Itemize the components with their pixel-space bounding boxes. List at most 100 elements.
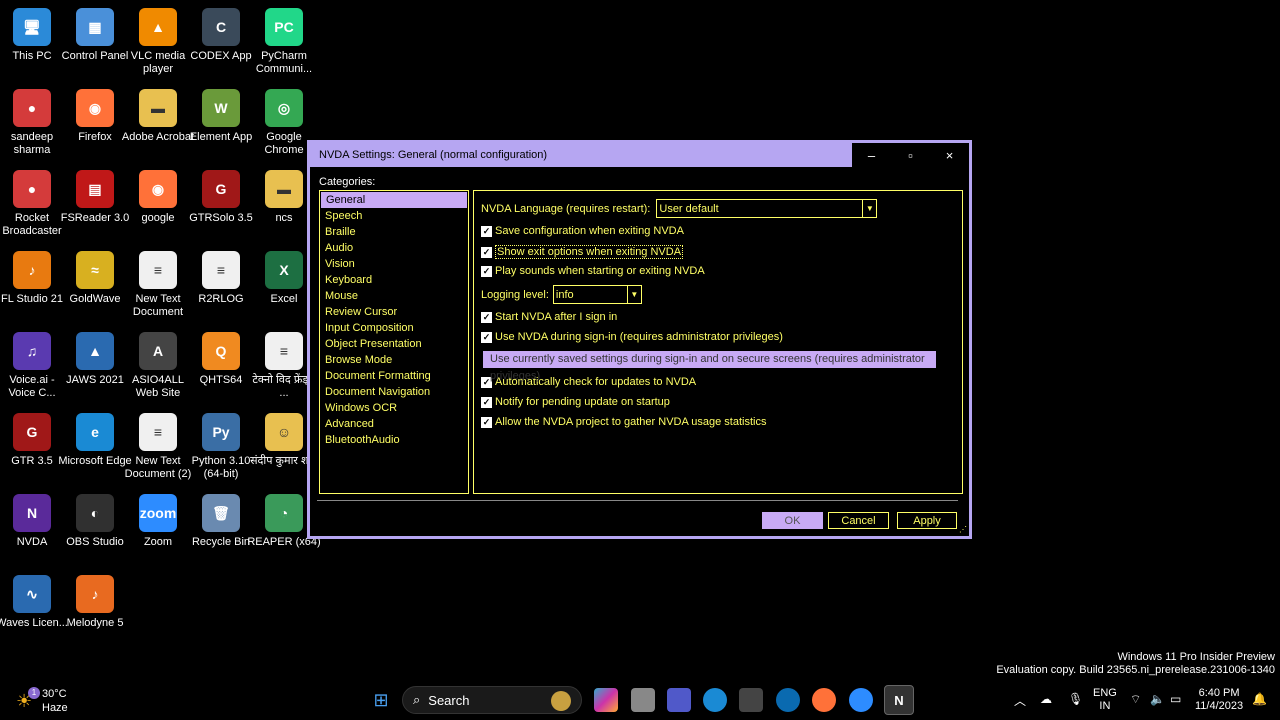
category-item[interactable]: Document Navigation (320, 384, 468, 400)
category-item[interactable]: General (321, 192, 467, 208)
desktop-icon[interactable]: PC PyCharm Communi... (252, 8, 316, 76)
desktop-icon[interactable]: Q QHTS64 (189, 332, 253, 387)
category-item[interactable]: Braille (320, 224, 468, 240)
category-item[interactable]: Windows OCR (320, 400, 468, 416)
qhts-icon: Q (202, 332, 240, 370)
desktop-icon[interactable]: N NVDA (0, 494, 64, 549)
cloud-icon[interactable]: ☁ (1040, 692, 1052, 706)
usage-stats-label: Allow the NVDA project to gather NVDA us… (495, 416, 767, 428)
battery-icon[interactable]: ▭ (1170, 692, 1181, 706)
category-item[interactable]: Object Presentation (320, 336, 468, 352)
language-combobox[interactable]: User default ▼ (656, 199, 878, 218)
search-label: Search (428, 692, 470, 708)
logging-combobox[interactable]: info ▼ (552, 285, 642, 304)
start-after-signin-checkbox[interactable]: ✓ Start NVDA after I sign in (481, 311, 617, 323)
use-during-signin-checkbox[interactable]: ✓ Use NVDA during sign-in (requires admi… (481, 331, 783, 343)
asio-icon: A (139, 332, 177, 370)
resize-grip-icon[interactable]: ⋰ (959, 525, 967, 534)
language-indicator[interactable]: ENG IN (1093, 687, 1117, 713)
desktop-icon[interactable]: ▲ VLC media player (126, 8, 190, 76)
desktop-icon[interactable]: ▲ JAWS 2021 (63, 332, 127, 387)
desktop-icon[interactable]: Py Python 3.10 (64-bit) (189, 413, 253, 481)
desktop-icon[interactable]: ▤ FSReader 3.0 (61, 170, 129, 225)
cancel-button[interactable]: Cancel (828, 512, 889, 529)
categories-list[interactable]: General Speech Braille Audio Vision Keyboard M… (319, 190, 469, 494)
desktop-icon[interactable]: ∿ Waves Licen... (0, 575, 68, 630)
microphone-icon: ● (13, 89, 51, 127)
category-item[interactable]: Advanced (320, 416, 468, 432)
category-item[interactable]: Vision (320, 256, 468, 272)
category-item[interactable]: Browse Mode (320, 352, 468, 368)
desktop-icon[interactable]: zoom Zoom (126, 494, 190, 549)
dell-icon[interactable] (776, 688, 800, 712)
desktop-icon[interactable]: G GTRSolo 3.5 (189, 170, 253, 225)
desktop-icon[interactable]: 🗑 Recycle Bin (189, 494, 253, 549)
notification-bell-icon[interactable]: 🔔 (1252, 692, 1267, 706)
close-button[interactable]: × (930, 143, 969, 167)
desktop-icon[interactable]: G GTR 3.5 (0, 413, 64, 468)
search-highlight-icon (551, 691, 571, 711)
ok-button[interactable]: OK (762, 512, 823, 529)
desktop-icon[interactable]: ≡ New Text Document (126, 251, 190, 319)
computer-icon: 🖥 (13, 8, 51, 46)
desktop-icon[interactable]: ♪ FL Studio 21 (0, 251, 64, 306)
clock[interactable]: 6:40 PM 11/4/2023 (1195, 687, 1243, 713)
play-sounds-checkbox[interactable]: ✓ Play sounds when starting or exiting N… (481, 265, 705, 277)
edge-icon[interactable] (703, 688, 727, 712)
desktop-icon[interactable]: ≡ R2RLOG (189, 251, 253, 306)
desktop-icon[interactable]: ◐ OBS Studio (63, 494, 127, 549)
desktop-icon[interactable]: ◉ google (126, 170, 190, 225)
category-item[interactable]: Speech (320, 208, 468, 224)
use-saved-settings-button[interactable]: Use currently saved settings during sign… (483, 351, 936, 382)
chevron-up-icon[interactable]: ︿ (1014, 692, 1026, 709)
desktop-icon[interactable]: A ASIO4ALL Web Site (126, 332, 190, 400)
task-view-icon[interactable] (631, 688, 655, 712)
search-box[interactable]: ⌕ Search (402, 686, 582, 714)
start-button[interactable]: ⊞ (369, 688, 393, 712)
notify-update-checkbox[interactable]: ✓ Notify for pending update on startup (481, 396, 670, 408)
desktop-icon[interactable]: ● sandeep sharma (0, 89, 64, 157)
weather-temp: 30°C (42, 688, 67, 700)
desktop-icon[interactable]: ● Rocket Broadcaster (0, 170, 64, 238)
desktop-icon[interactable]: e Microsoft Edge (58, 413, 132, 468)
volume-icon[interactable]: 🔈 (1150, 692, 1165, 706)
language-row: NVDA Language (requires restart): User d… (481, 199, 878, 218)
store-icon[interactable] (739, 688, 763, 712)
category-item[interactable]: Document Formatting (320, 368, 468, 384)
wifi-icon[interactable]: ⌔ (1130, 692, 1141, 707)
desktop-icon[interactable]: ≡ New Text Document (2) (125, 413, 191, 481)
text-document-icon: ≡ (139, 251, 177, 289)
apply-button[interactable]: Apply (897, 512, 957, 529)
windows-watermark: Windows 11 Pro Insider Preview Evaluatio… (996, 651, 1275, 677)
desktop-icon[interactable]: 🖥 This PC (0, 8, 64, 63)
maximize-button[interactable]: ▫ (891, 143, 930, 167)
minimize-button[interactable]: – (852, 143, 891, 167)
desktop-icon[interactable]: ▬ Adobe Acrobat (122, 89, 194, 144)
usage-stats-checkbox[interactable]: ✓ Allow the NVDA project to gather NVDA … (481, 416, 766, 428)
teams-icon[interactable] (667, 688, 691, 712)
desktop-icon[interactable]: ♪ Melodyne 5 (63, 575, 127, 630)
watermark-line2: Evaluation copy. Build 23565.ni_prerelea… (996, 664, 1275, 676)
category-item[interactable]: Input Composition (320, 320, 468, 336)
weather-desc: Haze (42, 702, 68, 714)
weather-widget[interactable]: ☀ 1 30°C Haze (14, 685, 94, 715)
desktop-icon[interactable]: ≈ GoldWave (63, 251, 127, 306)
desktop-icon[interactable]: W Element App (189, 89, 253, 144)
desktop-icon[interactable]: ◉ Firefox (63, 89, 127, 144)
exit-options-checkbox[interactable]: ✓ Show exit options when exiting NVDA (481, 245, 684, 259)
desktop-icon[interactable]: C CODEX App (189, 8, 253, 63)
nvda-taskbar-icon[interactable]: N (884, 685, 914, 715)
control-panel-icon: ▦ (76, 8, 114, 46)
desktop-icon[interactable]: ♫ Voice.ai - Voice C... (0, 332, 64, 400)
save-config-checkbox[interactable]: ✓ Save configuration when exiting NVDA (481, 225, 684, 237)
category-item[interactable]: Mouse (320, 288, 468, 304)
zoom-icon[interactable] (849, 688, 873, 712)
category-item[interactable]: Keyboard (320, 272, 468, 288)
desktop-icon[interactable]: ▦ Control Panel (62, 8, 128, 63)
copilot-icon[interactable] (594, 688, 618, 712)
category-item[interactable]: BluetoothAudio (320, 432, 468, 448)
firefox-icon[interactable] (812, 688, 836, 712)
category-item[interactable]: Review Cursor (320, 304, 468, 320)
microphone-icon[interactable]: 🎙 (1068, 692, 1083, 706)
category-item[interactable]: Audio (320, 240, 468, 256)
